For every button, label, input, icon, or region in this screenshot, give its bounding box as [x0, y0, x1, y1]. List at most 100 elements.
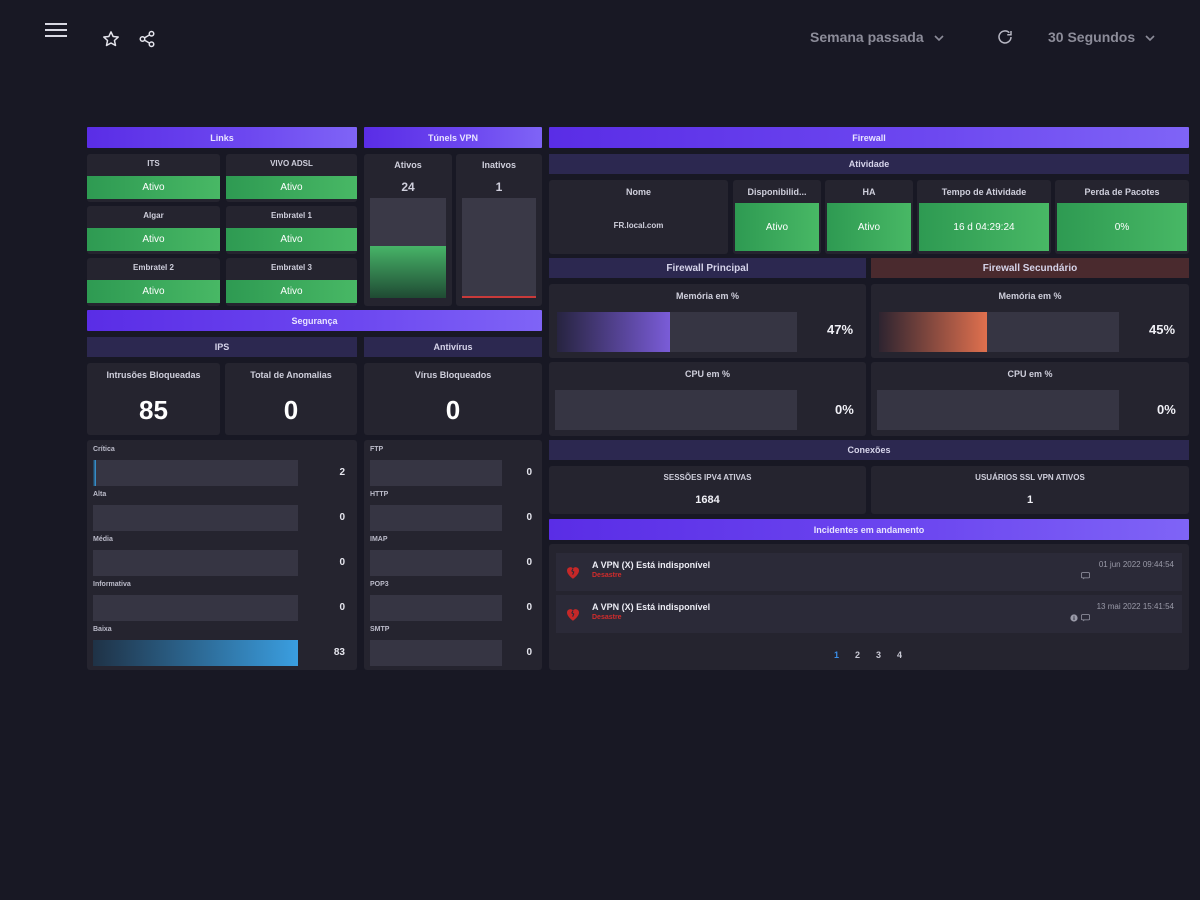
protocol-label: FTP — [370, 446, 384, 453]
protocol-bar-track — [370, 550, 502, 576]
link-card: ITS Ativo — [87, 154, 220, 202]
firewall-header: Firewall — [549, 127, 1189, 148]
fw-secondary-cpu-track — [877, 390, 1119, 430]
incident-date: 13 mai 2022 15:41:54 — [1096, 602, 1174, 611]
refresh-interval-dropdown[interactable]: 30 Segundos — [1048, 26, 1155, 48]
page-link[interactable]: 1 — [834, 650, 839, 660]
vpn-inactive-gauge — [462, 198, 536, 298]
share-icon[interactable] — [136, 28, 158, 50]
link-card: Embratel 1 Ativo — [226, 206, 357, 254]
incident-date: 01 jun 2022 09:44:54 — [1098, 560, 1174, 569]
incident-row[interactable]: A VPN (X) Está indisponível Desastre 01 ju… — [556, 553, 1182, 591]
virus-label: Vírus Bloqueados — [414, 370, 492, 380]
comment-icon — [1081, 572, 1090, 582]
link-status: Ativo — [87, 280, 220, 303]
fw-uptime-panel: Tempo de Atividade 16 d 04:29:24 — [917, 180, 1051, 254]
protocol-label: POP3 — [370, 581, 389, 588]
severity-value: 0 — [339, 512, 345, 523]
ips-header: IPS — [87, 337, 357, 357]
fw-secondary-cpu-label: CPU em % — [1007, 369, 1053, 379]
vpn-active-panel: Ativos 24 — [364, 154, 452, 306]
severity-value: 0 — [339, 557, 345, 568]
vpn-active-value: 24 — [401, 180, 415, 194]
anomalies-value: 0 — [283, 395, 299, 425]
link-card: Algar Ativo — [87, 206, 220, 254]
fw-secondary-mem-label: Memória em % — [998, 291, 1062, 301]
page-link[interactable]: 4 — [897, 650, 902, 660]
severity-label: Baixa — [93, 626, 112, 633]
ssl-vpn-users-value: 1 — [1026, 494, 1034, 506]
protocol-value: 0 — [526, 602, 532, 613]
severity-bar-track — [93, 460, 298, 486]
incident-row[interactable]: A VPN (X) Está indisponível Desastre 13 ma… — [556, 595, 1182, 633]
severity-panel: Crítica 2 Alta 0 Média 0 Informativa 0 Baixa 83 — [87, 440, 357, 670]
protocol-label: SMTP — [370, 626, 390, 633]
intrusions-panel: Intrusões Bloqueadas 85 — [87, 363, 220, 435]
link-name: Embratel 1 — [271, 211, 312, 220]
link-status: Ativo — [226, 280, 357, 303]
fw-name-panel: Nome FR.local.com — [549, 180, 728, 254]
incident-title: A VPN (X) Está indisponível — [592, 560, 711, 570]
fw-uptime-value: 16 d 04:29:24 — [919, 203, 1049, 251]
severity-bar-track — [93, 640, 298, 666]
vpn-header: Túnels VPN — [364, 127, 542, 148]
link-status: Ativo — [226, 228, 357, 251]
link-card: Embratel 3 Ativo — [226, 258, 357, 306]
anomalies-panel: Total de Anomalias 0 — [225, 363, 357, 435]
fw-secondary-cpu-value: 0% — [1157, 402, 1176, 417]
links-header: Links — [87, 127, 357, 148]
incident-title: A VPN (X) Está indisponível — [592, 602, 711, 612]
fw-secondary-cpu-panel: CPU em % 0% — [871, 362, 1189, 436]
fw-uptime-label: Tempo de Atividade — [941, 187, 1027, 197]
intrusions-value: 85 — [139, 395, 168, 425]
protocol-value: 0 — [526, 647, 532, 658]
ipv4-sessions-panel: SESSÕES IPV4 ATIVAS 1684 — [549, 466, 866, 514]
link-name: ITS — [147, 159, 160, 168]
refresh-icon[interactable] — [994, 26, 1016, 48]
fw-secondary-mem-value: 45% — [1149, 322, 1176, 337]
protocol-value: 0 — [526, 467, 532, 478]
vpn-active-fill — [370, 246, 446, 298]
broken-heart-icon — [564, 563, 582, 581]
fw-ha-value: Ativo — [827, 203, 911, 251]
incidents-header: Incidentes em andamento — [549, 519, 1189, 540]
fw-primary-mem-panel: Memória em % 47% — [549, 284, 866, 358]
severity-value: 2 — [339, 467, 345, 478]
severity-label: Crítica — [93, 446, 115, 453]
fw-secondary-mem-fill — [879, 312, 987, 352]
fw-availability-value: Ativo — [735, 203, 819, 251]
protocol-bar-track — [370, 505, 502, 531]
protocol-bar-track — [370, 460, 502, 486]
link-name: VIVO ADSL — [270, 159, 313, 168]
severity-bar-fill — [93, 460, 97, 486]
link-status: Ativo — [87, 176, 220, 199]
ipv4-sessions-value: 1684 — [695, 494, 720, 506]
star-icon[interactable] — [100, 28, 122, 50]
fw-primary-mem-fill — [557, 312, 670, 352]
ssl-vpn-users-label: USUÁRIOS SSL VPN ATIVOS — [975, 473, 1085, 482]
link-name: Embratel 3 — [271, 263, 312, 272]
severity-bar-track — [93, 505, 298, 531]
virus-panel: Vírus Bloqueados 0 — [364, 363, 542, 435]
fw-primary-mem-label: Memória em % — [675, 291, 740, 301]
page-link[interactable]: 3 — [876, 650, 881, 660]
fw-primary-cpu-track — [555, 390, 797, 430]
fw-availability-panel: Disponibilid... Ativo — [733, 180, 821, 254]
refresh-interval-label: 30 Segundos — [1048, 29, 1136, 45]
protocol-bar-track — [370, 595, 502, 621]
fw-primary-mem-value: 47% — [827, 322, 854, 337]
time-range-dropdown[interactable]: Semana passada — [810, 26, 944, 48]
comment-icon — [1081, 614, 1090, 624]
severity-bar-track — [93, 550, 298, 576]
chevron-down-icon — [1145, 29, 1155, 45]
broken-heart-icon — [564, 605, 582, 623]
protocol-label: IMAP — [370, 536, 388, 543]
ssl-vpn-users-panel: USUÁRIOS SSL VPN ATIVOS 1 — [871, 466, 1189, 514]
menu-icon[interactable] — [42, 20, 70, 40]
vpn-active-label: Ativos — [394, 160, 422, 170]
incident-severity: Desastre — [592, 614, 622, 621]
fw-name-label: Nome — [625, 187, 651, 197]
link-status: Ativo — [87, 228, 220, 251]
page-link[interactable]: 2 — [855, 650, 860, 660]
antivirus-header: Antivírus — [364, 337, 542, 357]
